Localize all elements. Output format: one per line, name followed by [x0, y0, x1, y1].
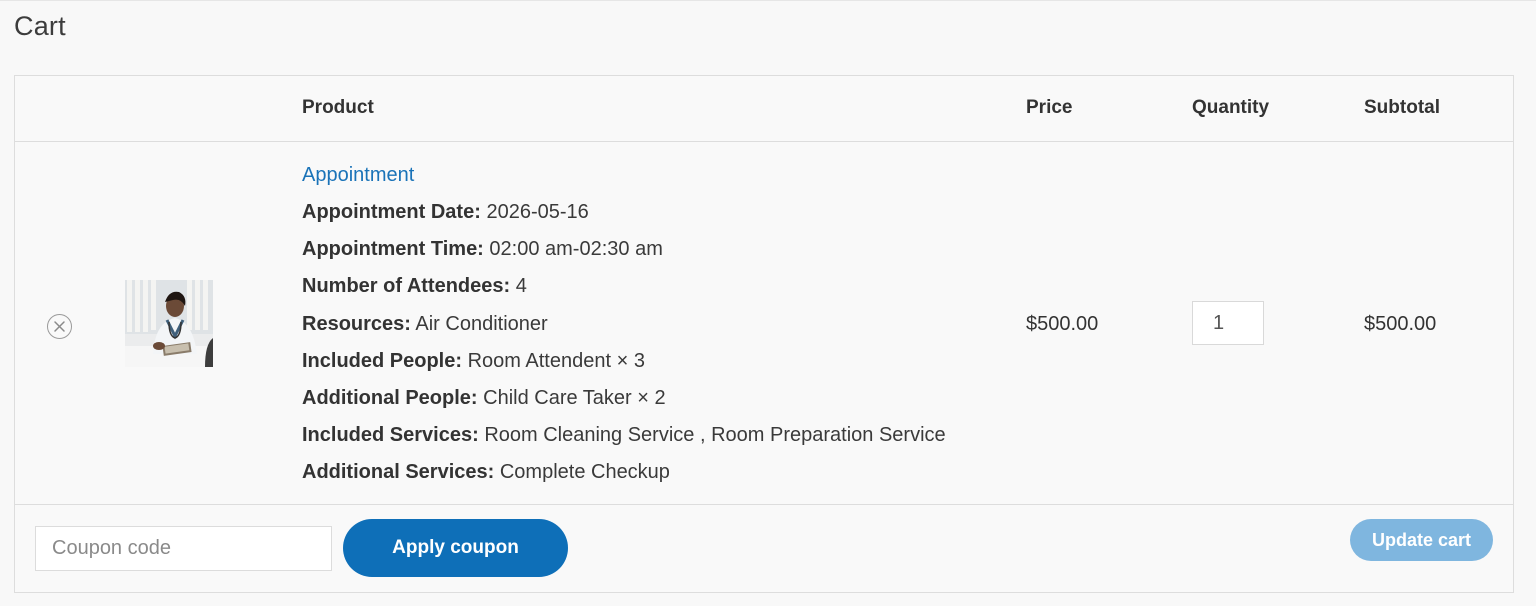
meta-label: Additional Services: — [302, 461, 495, 484]
cart-page: Cart Product Price Quantity Subtotal App… — [0, 0, 1536, 606]
coupon-code-input[interactable] — [35, 526, 332, 571]
meta-attendees: Number of Attendees: 4 — [302, 274, 946, 311]
remove-item-button[interactable] — [47, 314, 72, 339]
meta-appointment-date: Appointment Date: 2026-05-16 — [302, 200, 946, 237]
meta-label: Resources: — [302, 312, 411, 335]
update-cart-button[interactable]: Update cart — [1350, 519, 1493, 561]
meta-value: Room Cleaning Service , Room Preparation… — [484, 424, 946, 447]
meta-value: Air Conditioner — [415, 312, 548, 335]
product-name-link[interactable]: Appointment — [302, 163, 946, 200]
meta-value: 4 — [515, 275, 527, 298]
close-circle-icon — [54, 321, 65, 332]
header-price: Price — [1026, 97, 1073, 118]
meta-included-people: Included People: Room Attendent × 3 — [302, 349, 946, 386]
header-subtotal: Subtotal — [1364, 97, 1440, 118]
meta-included-services: Included Services: Room Cleaning Service… — [302, 423, 946, 460]
meta-label: Number of Attendees: — [302, 275, 511, 298]
table-row: Appointment Appointment Date: 2026-05-16… — [15, 142, 1513, 505]
cart-table: Product Price Quantity Subtotal Appointm… — [14, 75, 1514, 593]
table-header-row: Product Price Quantity Subtotal — [15, 76, 1513, 142]
meta-value: 02:00 am-02:30 am — [489, 238, 663, 261]
doctor-photo-image — [125, 280, 213, 367]
meta-appointment-time: Appointment Time: 02:00 am-02:30 am — [302, 237, 946, 274]
quantity-input[interactable] — [1192, 301, 1264, 345]
meta-value: Room Attendent × 3 — [467, 349, 645, 372]
header-quantity: Quantity — [1192, 97, 1270, 118]
meta-resources: Resources: Air Conditioner — [302, 312, 946, 349]
meta-label: Appointment Date: — [302, 201, 481, 223]
meta-label: Appointment Time: — [302, 238, 484, 261]
meta-additional-services: Additional Services: Complete Checkup — [302, 460, 946, 497]
meta-label: Included Services: — [302, 424, 479, 447]
product-details: Appointment Appointment Date: 2026-05-16… — [302, 163, 946, 498]
meta-value: Complete Checkup — [499, 461, 670, 484]
item-subtotal: $500.00 — [1364, 313, 1437, 335]
item-price: $500.00 — [1026, 313, 1099, 335]
apply-coupon-button[interactable]: Apply coupon — [343, 519, 568, 577]
meta-label: Additional People: — [302, 386, 478, 409]
meta-label: Included People: — [302, 349, 463, 372]
meta-value: Child Care Taker × 2 — [483, 386, 666, 409]
meta-value: 2026-05-16 — [486, 201, 589, 223]
header-product: Product — [302, 97, 374, 118]
meta-additional-people: Additional People: Child Care Taker × 2 — [302, 386, 946, 423]
page-title: Cart — [14, 11, 66, 41]
cart-actions: Apply coupon Update cart — [15, 505, 1513, 593]
product-thumbnail[interactable] — [125, 280, 213, 367]
